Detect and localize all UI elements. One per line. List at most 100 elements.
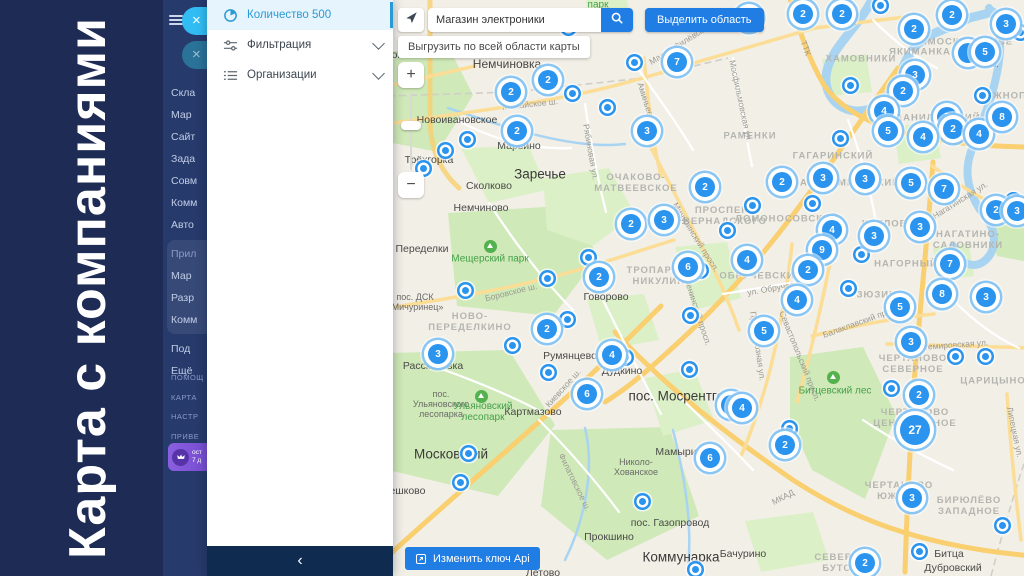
sidebar-item[interactable]: Под [171, 338, 207, 360]
map-point-marker[interactable] [887, 384, 895, 392]
map-cluster-marker[interactable]: 4 [822, 220, 842, 240]
panel-item-фильтрация[interactable]: Фильтрация [207, 30, 393, 60]
sidebar-item[interactable]: Мар [171, 104, 207, 126]
map-cluster-marker[interactable]: 9 [812, 240, 832, 260]
search-button[interactable] [601, 8, 633, 32]
map-cluster-marker[interactable]: 2 [538, 70, 558, 90]
sidebar-item[interactable]: Зада [171, 148, 207, 170]
zoom-out-button[interactable]: − [398, 172, 424, 198]
map-cluster-marker[interactable]: 6 [700, 448, 720, 468]
map-cluster-marker[interactable]: 4 [874, 101, 894, 121]
map-cluster-marker[interactable]: 5 [754, 321, 774, 341]
map-point-marker[interactable] [638, 497, 646, 505]
map-cluster-marker[interactable]: 3 [855, 169, 875, 189]
map-cluster-marker[interactable]: 3 [976, 287, 996, 307]
geolocation-button[interactable] [398, 8, 424, 32]
subscription-badge[interactable]: ост 7 д [168, 443, 207, 471]
map-cluster-marker[interactable]: 2 [904, 19, 924, 39]
map-point-marker[interactable] [978, 91, 986, 99]
map-point-marker[interactable] [998, 521, 1006, 529]
map-point-marker[interactable] [464, 449, 472, 457]
map-cluster-marker[interactable]: 7 [940, 254, 960, 274]
map-cluster-marker[interactable]: 5 [878, 121, 898, 141]
map-cluster-marker[interactable]: 5 [901, 173, 921, 193]
map-cluster-marker[interactable]: 2 [943, 119, 963, 139]
map-point-marker[interactable] [951, 352, 959, 360]
map-cluster-marker[interactable]: 2 [775, 435, 795, 455]
map-cluster-marker[interactable]: 3 [654, 210, 674, 230]
map-point-marker[interactable] [603, 103, 611, 111]
sidebar-item[interactable]: Сайт [171, 126, 207, 148]
map-cluster-marker[interactable]: 2 [507, 121, 527, 141]
panel-item-количество[interactable]: Количество 500 [207, 0, 393, 30]
sidebar-item[interactable]: Скла [171, 82, 207, 104]
map-point-marker[interactable] [441, 146, 449, 154]
panel-item-организации[interactable]: Организации [207, 60, 393, 90]
sidebar-item[interactable]: Комм [171, 192, 207, 214]
map-cluster-marker[interactable]: 3 [637, 121, 657, 141]
sidebar-footer-item[interactable]: НАСТР [171, 407, 207, 427]
sidebar-item[interactable]: Комм [171, 309, 207, 331]
map-cluster-marker[interactable]: 3 [1007, 201, 1024, 221]
sidebar-footer-item[interactable]: КАРТА [171, 388, 207, 408]
map-cluster-marker[interactable]: 7 [667, 52, 687, 72]
map-point-marker[interactable] [584, 253, 592, 261]
search-input[interactable] [428, 8, 601, 32]
menu-icon[interactable] [169, 13, 183, 27]
map-cluster-marker[interactable]: 2 [855, 553, 875, 573]
map-canvas[interactable]: РомашковоНемчиновкаНовоивановскоеМарьино… [393, 0, 1024, 576]
map-cluster-marker[interactable]: 3 [428, 344, 448, 364]
map-point-marker[interactable] [1016, 28, 1024, 36]
map-cluster-marker[interactable]: 6 [678, 257, 698, 277]
map-cluster-marker[interactable]: 3 [901, 332, 921, 352]
map-cluster-marker[interactable]: 4 [737, 250, 757, 270]
map-point-marker[interactable] [981, 352, 989, 360]
map-cluster-marker[interactable]: 2 [909, 385, 929, 405]
map-point-marker[interactable] [876, 1, 884, 9]
zoom-slider-handle[interactable] [401, 121, 421, 130]
map-cluster-marker[interactable]: 2 [589, 267, 609, 287]
map-cluster-marker[interactable]: 4 [787, 290, 807, 310]
map-point-marker[interactable] [621, 353, 629, 361]
sidebar-item[interactable]: Мар [171, 265, 207, 287]
map-cluster-marker[interactable]: 2 [695, 177, 715, 197]
change-api-key-button[interactable]: Изменить ключ Api [405, 547, 540, 570]
map-point-marker[interactable] [691, 565, 699, 573]
close-panel-button-secondary[interactable]: × [182, 41, 207, 69]
close-panel-button[interactable]: × [182, 7, 207, 35]
map-cluster-marker[interactable]: 2 [986, 200, 1006, 220]
map-cluster-marker[interactable]: 2 [942, 5, 962, 25]
map-cluster-marker[interactable]: 3 [902, 488, 922, 508]
map-point-marker[interactable] [748, 201, 756, 209]
map-cluster-marker[interactable]: 4 [913, 127, 933, 147]
sidebar-item[interactable]: Авто [171, 214, 207, 236]
map-point-marker[interactable] [857, 250, 865, 258]
map-point-marker[interactable] [508, 341, 516, 349]
map-cluster-marker[interactable]: 2 [893, 81, 913, 101]
zoom-in-button[interactable]: + [398, 62, 424, 88]
map-cluster-marker[interactable]: 2 [772, 172, 792, 192]
map-cluster-marker[interactable]: 7 [934, 179, 954, 199]
map-point-marker[interactable] [723, 226, 731, 234]
collapse-panel-button[interactable]: ‹ [207, 546, 393, 576]
map-cluster-marker[interactable]: 3 [813, 168, 833, 188]
export-area-tooltip[interactable]: Выгрузить по всей области карты [398, 36, 590, 58]
map-point-marker[interactable] [808, 199, 816, 207]
map-cluster-marker[interactable]: 2 [501, 82, 521, 102]
map-point-marker[interactable] [846, 81, 854, 89]
map-cluster-marker[interactable]: 4 [969, 124, 989, 144]
map-point-marker[interactable] [915, 547, 923, 555]
map-point-marker[interactable] [544, 368, 552, 376]
map-point-marker[interactable] [836, 134, 844, 142]
map-point-marker[interactable] [419, 164, 427, 172]
map-cluster-marker[interactable]: 2 [537, 319, 557, 339]
map-cluster-marker[interactable]: 3 [910, 217, 930, 237]
sidebar-item[interactable]: Прил [171, 243, 207, 265]
map-point-marker[interactable] [456, 478, 464, 486]
map-cluster-marker[interactable]: 8 [992, 107, 1012, 127]
map-cluster-marker[interactable]: 6 [577, 384, 597, 404]
map-point-marker[interactable] [563, 315, 571, 323]
map-cluster-marker[interactable]: 2 [832, 4, 852, 24]
map-point-marker[interactable] [543, 274, 551, 282]
map-cluster-marker[interactable]: 8 [932, 284, 952, 304]
